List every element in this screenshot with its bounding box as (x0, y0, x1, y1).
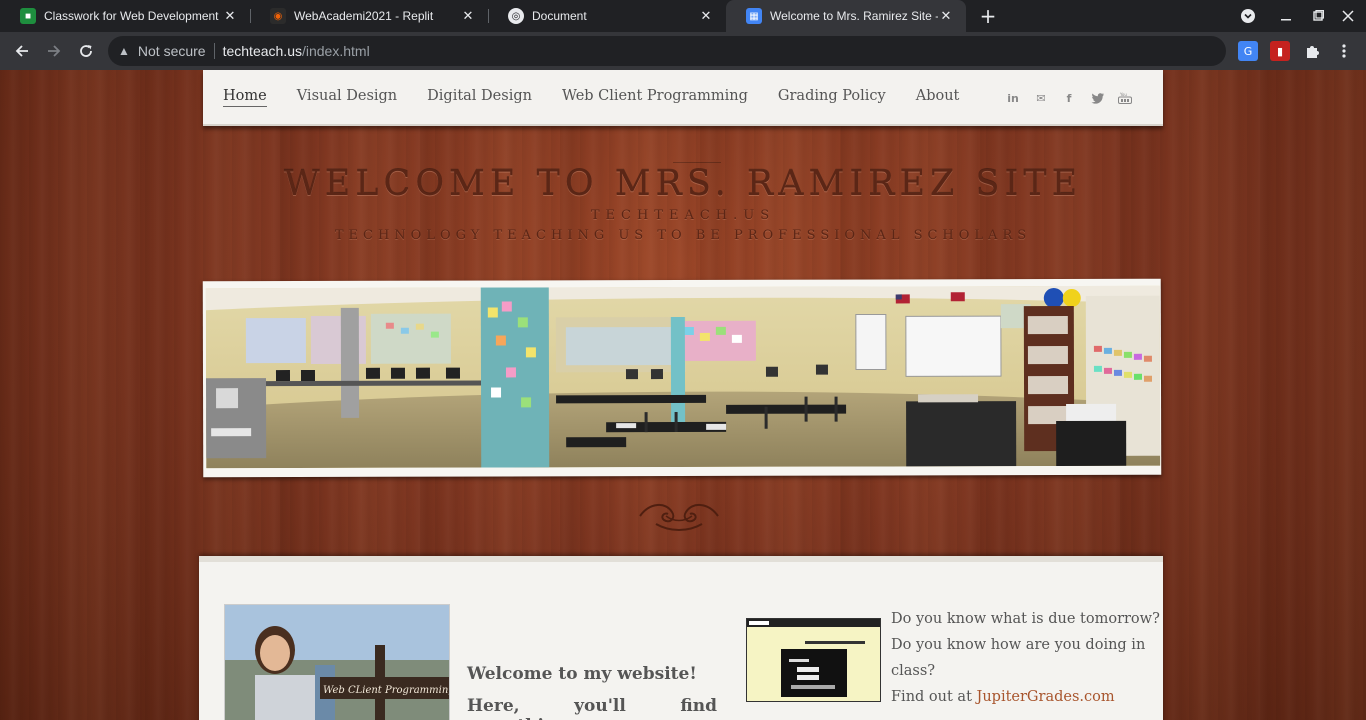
browser-toolbar: ▲ Not secure techteach.us/index.html G ▮ (0, 32, 1366, 70)
replit-icon: ◉ (270, 8, 286, 24)
jupitergrades-screenshot[interactable] (746, 618, 881, 702)
page-viewport: Home Visual Design Digital Design Web Cl… (0, 70, 1366, 720)
nav-home[interactable]: Home (223, 88, 267, 107)
main-menu: Home Visual Design Digital Design Web Cl… (223, 88, 989, 107)
mail-icon[interactable]: ✉ (1033, 90, 1049, 106)
jg-question-2: Do you know how are you doing in (891, 637, 1146, 653)
main-content-card: Web CLient Programming Welcome to my web… (199, 556, 1163, 720)
ornamental-divider (636, 498, 722, 538)
site-title: WELCOME TO MRS. RAMIREZ SITE (283, 164, 1083, 204)
grid-icon: ▦ (746, 8, 762, 24)
nav-digital-design[interactable]: Digital Design (427, 88, 532, 107)
site-tagline: TECHNOLOGY TEACHING US TO BE PROFESSIONA… (334, 228, 1032, 243)
globe-icon: ◎ (508, 8, 524, 24)
new-tab-button[interactable]: + (976, 4, 1000, 28)
url-host: techteach.us (222, 43, 302, 59)
not-secure-label: Not secure (137, 43, 206, 59)
tab-title: Welcome to Mrs. Ramirez Site - H (770, 9, 938, 23)
close-icon[interactable]: ✕ (222, 8, 238, 24)
tab-title: WebAcademi2021 - Replit (294, 9, 434, 23)
address-bar[interactable]: ▲ Not secure techteach.us/index.html (108, 36, 1226, 66)
nav-web-client-programming[interactable]: Web Client Programming (562, 88, 748, 107)
google-translate-icon[interactable]: G (1238, 41, 1258, 61)
tab-title: Classwork for Web Development (44, 9, 219, 23)
jg-findout: Find out at JupiterGrades.com (891, 684, 1160, 710)
close-window-button[interactable] (1336, 4, 1360, 28)
jg-question-2-cont: class? (891, 663, 936, 679)
twitter-icon[interactable] (1089, 90, 1105, 106)
warning-icon: ▲ (118, 44, 130, 58)
welcome-text: Here, you'll find everything (467, 696, 717, 720)
minimize-button[interactable] (1274, 4, 1298, 28)
facebook-icon[interactable]: f (1061, 90, 1077, 106)
tab-search-icon[interactable] (1236, 4, 1260, 28)
close-icon[interactable]: ✕ (460, 8, 476, 24)
tab-replit[interactable]: ◉ WebAcademi2021 - Replit ✕ (250, 0, 488, 32)
teacher-photo: Web CLient Programming (224, 604, 450, 720)
tab-document[interactable]: ◎ Document ✕ (488, 0, 726, 32)
tab-classwork[interactable]: ■ Classwork for Web Development ✕ (0, 0, 250, 32)
back-arrow-icon[interactable] (10, 39, 34, 63)
reload-icon[interactable] (74, 39, 98, 63)
bookmark-extension-icon[interactable]: ▮ (1270, 41, 1290, 61)
nav-grading-policy[interactable]: Grading Policy (778, 88, 886, 107)
jg-findout-text: Find out at (891, 689, 977, 705)
welcome-heading: Welcome to my website! (467, 664, 697, 684)
social-links: in ✉ f You (993, 90, 1133, 106)
nav-visual-design[interactable]: Visual Design (297, 88, 397, 107)
tab-ramirez-site[interactable]: ▦ Welcome to Mrs. Ramirez Site - H ✕ (726, 0, 966, 32)
close-icon[interactable]: ✕ (698, 8, 714, 24)
jupitergrades-link[interactable]: JupiterGrades.com (977, 689, 1115, 705)
jg-question-1: Do you know what is due tomorrow? (891, 611, 1160, 627)
sign-text: Web CLient Programming (323, 685, 450, 696)
maximize-button[interactable] (1306, 4, 1330, 28)
youtube-icon[interactable]: You (1117, 90, 1133, 106)
linkedin-icon[interactable]: in (1005, 90, 1021, 106)
url-path: /index.html (301, 43, 370, 59)
jupitergrades-blurb: Do you know what is due tomorrow? Do you… (891, 606, 1160, 710)
site-subtitle-domain: TECHTEACH.US (590, 208, 776, 223)
menu-kebab-icon[interactable] (1334, 41, 1354, 61)
close-icon[interactable]: ✕ (938, 8, 954, 24)
forward-arrow-icon[interactable] (42, 39, 66, 63)
svg-text:You: You (1119, 92, 1127, 97)
nav-about[interactable]: About (916, 88, 960, 107)
site-navbar: Home Visual Design Digital Design Web Cl… (203, 70, 1163, 126)
tab-title: Document (532, 9, 587, 23)
extensions-puzzle-icon[interactable] (1302, 41, 1322, 61)
browser-tab-strip: ■ Classwork for Web Development ✕ ◉ WebA… (0, 0, 1366, 32)
classroom-panorama-image (202, 278, 1162, 478)
google-classroom-icon: ■ (20, 8, 36, 24)
